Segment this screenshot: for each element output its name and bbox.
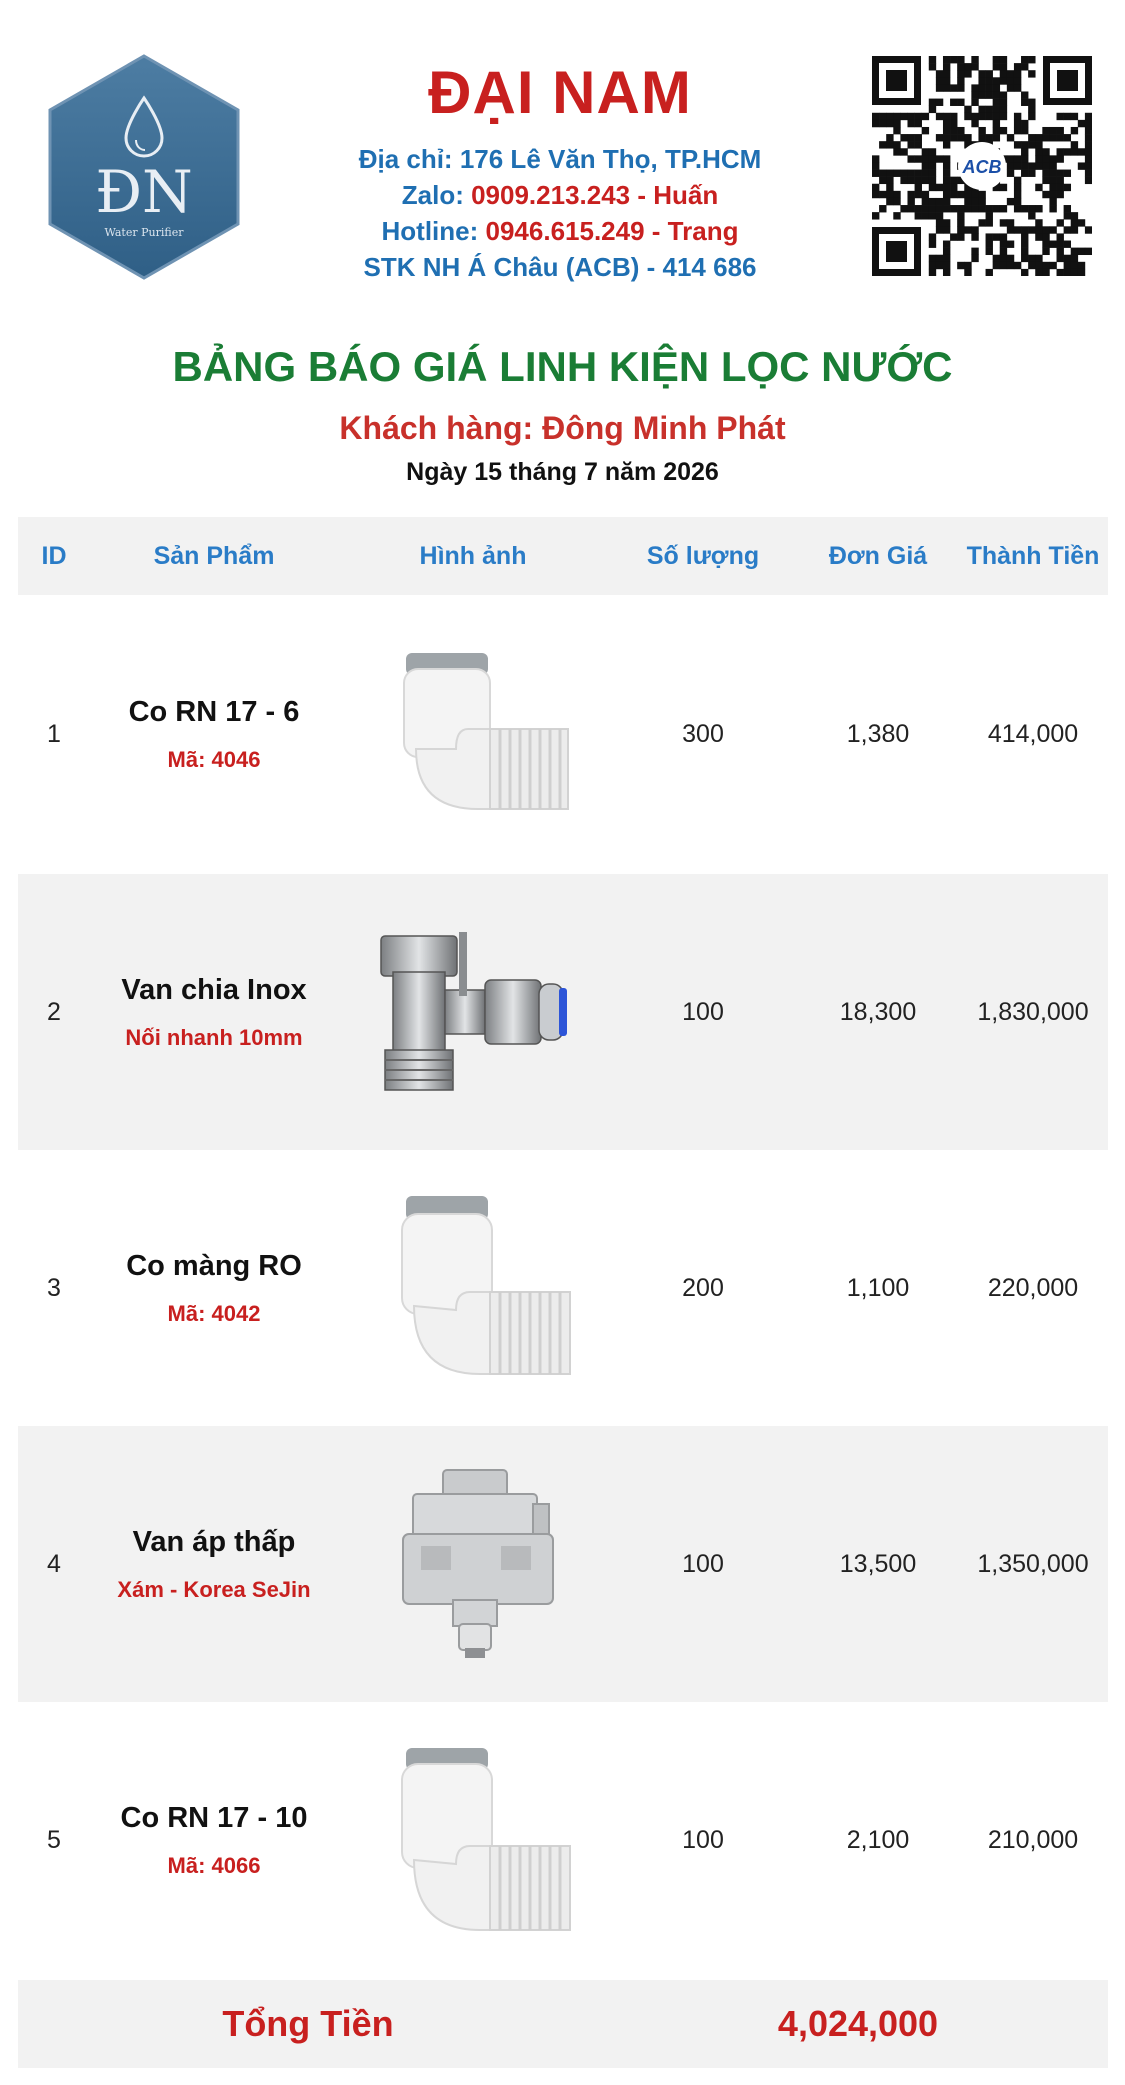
- address-value: 176 Lê Văn Thọ, TP.HCM: [459, 144, 762, 174]
- col-qty: Số lượng: [646, 542, 760, 570]
- product-code: Mã: 4046: [167, 746, 261, 772]
- row-price: 1,100: [846, 1273, 910, 1302]
- product-image: [338, 596, 608, 872]
- row-product: Van chia Inox Nối nhanh 10mm: [90, 874, 338, 1150]
- company-name: ĐẠI NAM: [428, 59, 692, 126]
- row-qty: 300: [682, 719, 724, 748]
- row-qty: 200: [682, 1273, 724, 1302]
- customer-name: Khách hàng: Đông Minh Phát: [339, 410, 786, 446]
- grey-pressure-switch-image: [402, 1469, 554, 1658]
- table-row: 5 Co RN 17 - 10 Mã: 4066 100 2,100 210,00…: [18, 1702, 1108, 1978]
- col-total: Thành Tiền: [966, 542, 1100, 570]
- row-id: 4: [47, 1549, 61, 1578]
- table-row: 4 Van áp thấp Xám - Korea SeJin 100 13,50…: [18, 1426, 1108, 1702]
- qr-code: ACB: [872, 56, 1093, 277]
- bank-line: STK NH Á Châu (ACB) - 414 686: [300, 252, 820, 283]
- col-product: Sản Phẩm: [153, 542, 275, 570]
- row-product: Co RN 17 - 10 Mã: 4066: [90, 1702, 338, 1978]
- row-total: 1,830,000: [977, 997, 1089, 1026]
- address-label: Địa chỉ:: [358, 144, 460, 174]
- product-image: [338, 1702, 608, 1978]
- white-elbow-fitting-image: [401, 1748, 571, 1931]
- product-code: Nối nhanh 10mm: [125, 1024, 303, 1050]
- zalo-value: 0909.213.243 - Huấn: [471, 180, 719, 210]
- row-total: 1,350,000: [977, 1549, 1089, 1578]
- product-name: Co RN 17 - 6: [128, 695, 300, 728]
- product-code: Xám - Korea SeJin: [117, 1576, 311, 1602]
- product-code: Mã: 4042: [167, 1300, 261, 1326]
- row-price: 18,300: [839, 997, 917, 1026]
- qr-badge: ACB: [962, 157, 1002, 177]
- table-row: 2 Van chia Inox Nối nhanh 10mm 100 18,300…: [18, 874, 1108, 1150]
- row-total: 220,000: [987, 1273, 1079, 1302]
- hotline-label: Hotline:: [381, 216, 486, 246]
- col-image: Hình ảnh: [419, 542, 527, 570]
- logo-subtext: Water Purifier: [105, 226, 185, 239]
- product-image: [338, 874, 608, 1150]
- table-header: ID Sản Phẩm Hình ảnh Số lượng Đơn Giá Th…: [18, 517, 1108, 595]
- hotline-value: 0946.615.249 - Trang: [485, 216, 739, 246]
- product-name: Co RN 17 - 10: [120, 1801, 308, 1834]
- row-qty: 100: [682, 1825, 724, 1854]
- bank-account: 414 686: [662, 252, 757, 282]
- row-id: 2: [47, 997, 61, 1026]
- product-code: Mã: 4066: [167, 1852, 261, 1878]
- address-line: Địa chỉ: 176 Lê Văn Thọ, TP.HCM: [300, 144, 820, 175]
- row-price: 13,500: [839, 1549, 917, 1578]
- bank-label: STK NH Á Châu (ACB) -: [363, 252, 663, 282]
- zalo-line: Zalo: 0909.213.243 - Huấn: [300, 180, 820, 211]
- row-product: Co màng RO Mã: 4042: [90, 1150, 338, 1426]
- row-id: 3: [47, 1273, 61, 1302]
- col-price: Đơn Giá: [828, 542, 928, 570]
- row-total: 210,000: [987, 1825, 1079, 1854]
- hotline-line: Hotline: 0946.615.249 - Trang: [300, 216, 820, 247]
- row-price: 1,380: [846, 719, 910, 748]
- company-logo: ĐN Water Purifier: [44, 52, 244, 282]
- quote-date: Ngày 15 tháng 7 năm 2026: [406, 458, 719, 486]
- row-price: 2,100: [846, 1825, 910, 1854]
- white-elbow-fitting-image: [403, 653, 569, 810]
- total-value: 4,024,000: [777, 2003, 939, 2044]
- row-qty: 100: [682, 997, 724, 1026]
- product-image: [338, 1426, 608, 1702]
- steel-tee-valve-image: [380, 932, 567, 1091]
- document-title: BẢNG BÁO GIÁ LINH KIỆN LỌC NƯỚC: [172, 343, 953, 390]
- col-id: ID: [41, 542, 67, 570]
- table-row: 3 Co màng RO Mã: 4042 200 1,100 220,000: [18, 1150, 1108, 1426]
- logo-text: ĐN: [95, 158, 193, 226]
- product-image: [338, 1150, 608, 1426]
- product-name: Van áp thấp: [132, 1525, 296, 1558]
- zalo-label: Zalo:: [401, 180, 472, 210]
- row-id: 5: [47, 1825, 61, 1854]
- row-product: Van áp thấp Xám - Korea SeJin: [90, 1426, 338, 1702]
- product-name: Van chia Inox: [121, 973, 307, 1006]
- row-product: Co RN 17 - 6 Mã: 4046: [90, 596, 338, 872]
- table-row: 1 Co RN 17 - 6 Mã: 4046 300 1,380 414,000: [18, 596, 1108, 872]
- product-name: Co màng RO: [126, 1249, 302, 1282]
- total-row: Tổng Tiền 4,024,000: [18, 1980, 1108, 2068]
- row-total: 414,000: [987, 719, 1079, 748]
- total-label: Tổng Tiền: [222, 2003, 394, 2044]
- row-qty: 100: [682, 1549, 724, 1578]
- row-id: 1: [47, 719, 61, 748]
- white-elbow-fitting-image: [401, 1196, 571, 1375]
